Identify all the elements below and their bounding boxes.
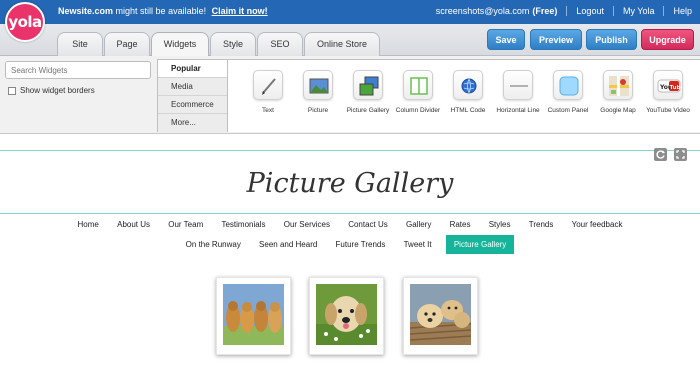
nav-seen-and-heard[interactable]: Seen and Heard (259, 240, 317, 249)
widget-label: YouTube Video (646, 107, 690, 114)
publish-button[interactable]: Publish (586, 29, 637, 50)
widget-html-code[interactable]: HTML Code (443, 70, 493, 114)
show-borders-row[interactable]: Show widget borders (8, 86, 95, 95)
text-pencil-icon (253, 70, 283, 100)
fullscreen-icon[interactable] (674, 148, 687, 161)
tab-style[interactable]: Style (210, 32, 256, 56)
yola-editor: yola Newsite.com might still be availabl… (0, 0, 700, 370)
custom-panel-icon (553, 70, 583, 100)
domain-notice: Newsite.com might still be available! Cl… (58, 6, 268, 16)
nav-gallery[interactable]: Gallery (406, 220, 431, 229)
widget-label: Text (262, 107, 274, 114)
logout-link[interactable]: Logout (576, 6, 604, 16)
divider (663, 6, 665, 16)
widget-youtube-video[interactable]: You Tube YouTube Video (643, 70, 693, 114)
nav-our-team[interactable]: Our Team (168, 220, 203, 229)
picture-icon (303, 70, 333, 100)
nav-our-services[interactable]: Our Services (284, 220, 330, 229)
nav-contact-us[interactable]: Contact Us (348, 220, 388, 229)
widgets-panel: Show widget borders Popular Media Ecomme… (0, 56, 700, 134)
site-nav-row-2: On the Runway Seen and Heard Future Tren… (0, 235, 700, 254)
my-yola-link[interactable]: My Yola (623, 6, 655, 16)
tab-seo[interactable]: SEO (257, 32, 303, 56)
widget-text[interactable]: Text (243, 70, 293, 114)
tab-widgets[interactable]: Widgets (151, 32, 209, 57)
editor-tab-bar: Site Page Widgets Style SEO Online Store… (0, 24, 700, 57)
widget-label: Google Map (600, 107, 636, 114)
svg-text:Tube: Tube (670, 85, 684, 91)
nav-styles[interactable]: Styles (489, 220, 511, 229)
tab-page[interactable]: Page (104, 32, 150, 56)
retriever-puppies-in-basket-photo (410, 284, 471, 345)
widget-horizontal-line[interactable]: Horizontal Line (493, 70, 543, 114)
google-map-icon (603, 70, 633, 100)
site-nav-row-1: Home About Us Our Team Testimonials Our … (0, 220, 700, 229)
picture-gallery-icon (353, 70, 383, 100)
four-golden-retrievers-photo (223, 284, 284, 345)
nav-trends[interactable]: Trends (529, 220, 554, 229)
nav-future-trends[interactable]: Future Trends (336, 240, 386, 249)
logo-text: yola (8, 13, 42, 31)
nav-testimonials[interactable]: Testimonials (221, 220, 265, 229)
gallery-thumbnail[interactable] (403, 277, 478, 355)
html-code-globe-icon (453, 70, 483, 100)
show-borders-label: Show widget borders (20, 86, 95, 95)
widget-label: Column Divider (395, 107, 441, 114)
account-email: screenshots@yola.com (435, 6, 530, 16)
top-bar: Newsite.com might still be available! Cl… (0, 0, 700, 24)
save-button[interactable]: Save (487, 29, 525, 50)
category-more[interactable]: More... (158, 114, 227, 132)
yola-logo[interactable]: yola (5, 2, 45, 42)
horizontal-line-icon (503, 70, 533, 100)
widget-picture[interactable]: Picture (293, 70, 343, 114)
golden-retriever-on-grass-photo (316, 284, 377, 345)
help-link[interactable]: Help (673, 6, 692, 16)
header-guide-top (0, 150, 700, 151)
widget-custom-panel[interactable]: Custom Panel (543, 70, 593, 114)
page-title[interactable]: Picture Gallery (0, 168, 700, 199)
widget-picture-gallery[interactable]: Picture Gallery (343, 70, 393, 114)
nav-on-the-runway[interactable]: On the Runway (186, 240, 241, 249)
divider (566, 6, 568, 16)
search-widgets-input[interactable] (5, 61, 151, 79)
category-media[interactable]: Media (158, 78, 227, 96)
widget-label: Picture (307, 107, 329, 114)
nav-your-feedback[interactable]: Your feedback (572, 220, 623, 229)
nav-home[interactable]: Home (78, 220, 99, 229)
claim-link[interactable]: Claim it now! (212, 6, 268, 16)
tab-site[interactable]: Site (57, 32, 103, 56)
upgrade-button[interactable]: Upgrade (641, 29, 694, 50)
gallery-thumbnail[interactable] (216, 277, 291, 355)
widget-label: Picture Gallery (346, 107, 390, 114)
show-borders-checkbox[interactable] (8, 86, 16, 95)
gallery-thumbnail[interactable] (309, 277, 384, 355)
widget-list: Text Picture Picture Gallery Column Divi… (228, 59, 700, 132)
widget-column-divider[interactable]: Column Divider (393, 70, 443, 114)
category-ecommerce[interactable]: Ecommerce (158, 96, 227, 114)
preview-button[interactable]: Preview (530, 29, 582, 50)
availability-text: might still be available! (115, 6, 207, 16)
nav-picture-gallery-active[interactable]: Picture Gallery (445, 235, 515, 254)
account-menu: screenshots@yola.com (Free) Logout My Yo… (436, 6, 692, 16)
widget-label: Horizontal Line (496, 107, 540, 114)
widget-google-map[interactable]: Google Map (593, 70, 643, 114)
column-divider-icon (403, 70, 433, 100)
nav-rates[interactable]: Rates (450, 220, 471, 229)
header-guide-bottom (0, 213, 700, 214)
plan-label: (Free) (532, 6, 558, 16)
widget-label: Custom Panel (547, 107, 589, 114)
category-popular[interactable]: Popular (158, 60, 227, 78)
site-name: Newsite.com (58, 6, 114, 16)
youtube-icon: You Tube (653, 70, 683, 100)
nav-about-us[interactable]: About Us (117, 220, 150, 229)
nav-tweet-it[interactable]: Tweet It (404, 240, 432, 249)
divider (612, 6, 614, 16)
tab-online-store[interactable]: Online Store (304, 32, 380, 56)
refresh-icon[interactable] (654, 148, 667, 161)
widget-label: HTML Code (450, 107, 486, 114)
widget-category-list: Popular Media Ecommerce More... (157, 59, 228, 132)
